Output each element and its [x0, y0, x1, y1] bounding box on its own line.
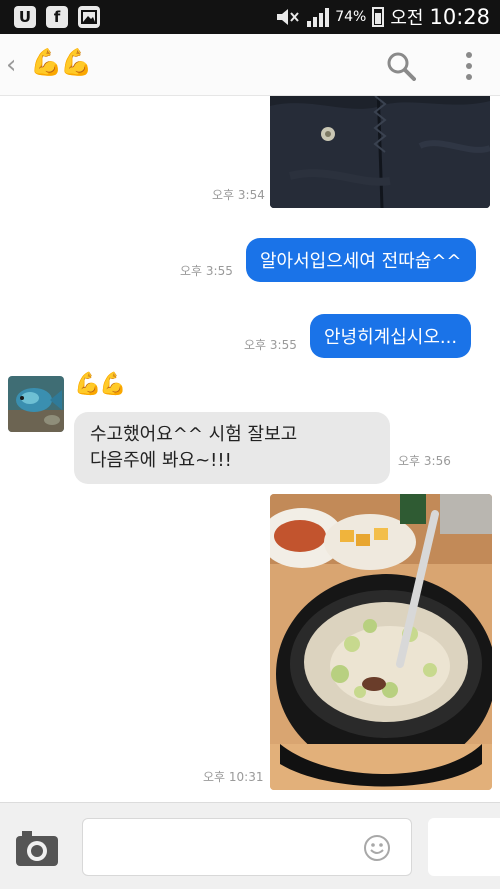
notification-icons: U f: [14, 6, 100, 28]
korean-soup-image: [270, 494, 492, 790]
facebook-icon: f: [46, 6, 68, 28]
message-time: 오후 3:54: [212, 188, 265, 202]
message-time: 오후 3:55: [244, 338, 297, 352]
sent-photo[interactable]: [270, 96, 490, 208]
search-icon[interactable]: [386, 51, 416, 81]
chevron-left-icon[interactable]: ‹: [6, 50, 16, 80]
avatar[interactable]: [8, 376, 64, 432]
chat-header: ‹ 💪💪: [0, 34, 500, 96]
sent-message-bubble[interactable]: 알아서입으세여 전따숩^^: [246, 238, 476, 282]
message-time: 오후 10:31: [203, 770, 264, 784]
gallery-icon: [78, 6, 100, 28]
clock: 10:28: [429, 5, 490, 29]
status-bar: U f 74% 오전 10:28: [0, 0, 500, 34]
battery-icon: [372, 7, 385, 27]
chat-messages[interactable]: 오후 3:54 알아서입으세여 전따숩^^ 오후 3:55 안녕히계십시오...…: [0, 96, 500, 802]
message-time: 오후 3:56: [398, 454, 451, 468]
sent-message-bubble[interactable]: 안녕히계십시오...: [310, 314, 472, 358]
fish-avatar-image: [8, 376, 64, 432]
contact-name[interactable]: 💪💪: [30, 48, 93, 78]
battery-percent: 74%: [335, 9, 367, 25]
person-in-black-jacket-image: [270, 96, 490, 208]
send-button[interactable]: [428, 818, 500, 876]
sent-photo[interactable]: [270, 494, 492, 790]
update-icon: U: [14, 6, 36, 28]
more-vertical-icon[interactable]: [466, 52, 472, 80]
message-time: 오후 3:55: [180, 264, 233, 278]
received-message-bubble[interactable]: 수고했어요^^ 시험 잘보고 다음주에 봐요~!!!: [74, 412, 390, 484]
clock-ampm: 오전: [390, 8, 424, 29]
emoji-icon[interactable]: [362, 833, 392, 863]
mute-icon: [277, 9, 299, 25]
system-status: 74% 오전 10:28: [275, 4, 490, 30]
message-input-bar: [0, 802, 500, 889]
signal-icon: [307, 7, 330, 27]
camera-icon[interactable]: [14, 828, 60, 868]
sender-name: 💪💪: [74, 372, 127, 397]
